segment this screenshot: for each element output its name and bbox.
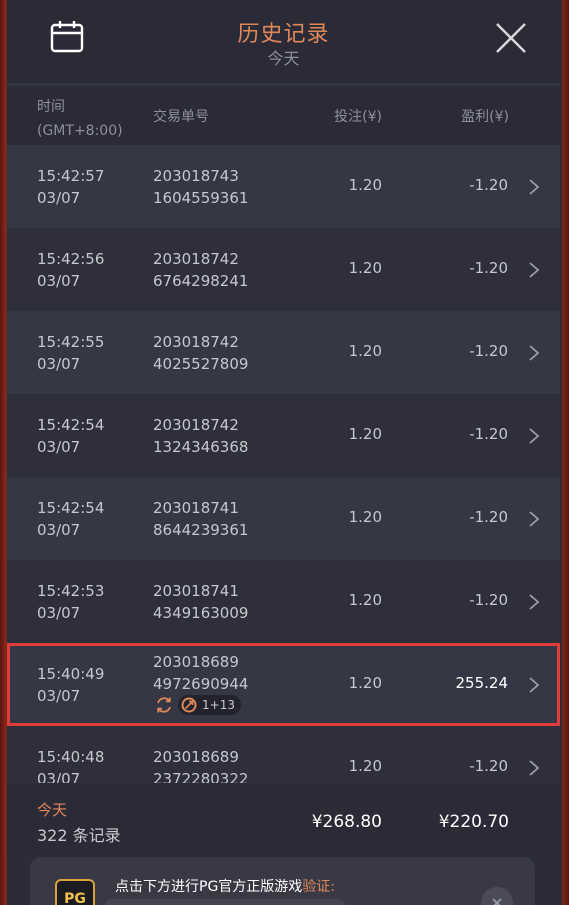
row-time: 15:40:48	[37, 748, 105, 766]
page-title: 历史记录	[237, 22, 330, 47]
table-row[interactable]: 15:42:53 03/07 203018741 4349163009 1.20 -…	[7, 560, 560, 643]
row-profit: -1.20	[469, 425, 508, 443]
row-date: 03/07	[37, 604, 81, 622]
history-panel: 历史记录 今天 时间 (GMT+8:00) 交易单号 投注(¥) 盈利(¥) 1…	[7, 0, 560, 905]
row-time: 15:40:49	[37, 665, 105, 683]
row-profit: -1.20	[469, 259, 508, 277]
row-order: 203018689	[153, 653, 239, 671]
table-row[interactable]: 15:42:56 03/07 203018742 6764298241 1.20 -…	[7, 228, 560, 311]
row-order: 4349163009	[153, 604, 249, 622]
row-bet: 1.20	[348, 591, 382, 609]
free-spin-badge: 1+13	[178, 695, 241, 715]
column-profit: 盈利(¥)	[461, 109, 509, 125]
chevron-right-icon	[529, 179, 540, 195]
row-order: 203018742	[153, 416, 239, 434]
summary-period: 今天	[37, 801, 68, 819]
column-time: 时间 (GMT+8:00)	[37, 99, 123, 139]
history-list[interactable]: 15:42:57 03/07 203018743 1604559361 1.20 -…	[7, 145, 560, 783]
row-bet: 1.20	[348, 508, 382, 526]
verification-banner[interactable]: PG 点击下方进行PG官方正版游戏验证:	[30, 857, 535, 905]
chevron-right-icon	[529, 428, 540, 444]
row-profit: -1.20	[469, 508, 508, 526]
chevron-right-icon	[529, 345, 540, 361]
refresh-icon	[157, 697, 171, 713]
row-order: 203018741	[153, 499, 239, 517]
column-header: 时间 (GMT+8:00) 交易单号 投注(¥) 盈利(¥)	[7, 89, 560, 145]
chevron-right-icon	[529, 262, 540, 278]
row-order: 203018743	[153, 167, 239, 185]
row-order: 203018742	[153, 333, 239, 351]
row-time: 15:42:56	[37, 250, 105, 268]
verification-text: 点击下方进行PG官方正版游戏验证:	[115, 879, 336, 895]
free-spin-icon	[181, 697, 197, 713]
free-spin-count: 1+13	[202, 698, 235, 712]
row-time: 15:42:54	[37, 416, 105, 434]
table-row[interactable]: 15:42:54 03/07 203018742 1324346368 1.20 -…	[7, 394, 560, 477]
row-order: 8644239361	[153, 521, 249, 539]
row-order: 203018741	[153, 582, 239, 600]
date-filter-label[interactable]: 今天	[7, 45, 560, 69]
row-profit: -1.20	[469, 342, 508, 360]
row-date: 03/07	[37, 770, 81, 783]
table-row[interactable]: 15:42:55 03/07 203018742 4025527809 1.20 -…	[7, 311, 560, 394]
row-order: 203018742	[153, 250, 239, 268]
row-order: 4972690944	[153, 675, 249, 693]
row-order: 1604559361	[153, 189, 249, 207]
row-time: 15:42:54	[37, 499, 105, 517]
total-profit: ¥220.70	[438, 812, 509, 832]
feature-badges: 1+13	[154, 694, 241, 716]
row-bet: 1.20	[348, 176, 382, 194]
row-order: 6764298241	[153, 272, 249, 290]
row-profit: -1.20	[469, 591, 508, 609]
row-date: 03/07	[37, 438, 81, 456]
verification-link[interactable]: 验证:	[302, 879, 335, 895]
pg-logo: PG	[55, 879, 95, 905]
summary-bar: 今天 322 条记录 ¥268.80 ¥220.70	[7, 783, 560, 853]
row-order: 203018689	[153, 748, 239, 766]
table-row-highlighted[interactable]: 15:40:49 03/07 203018689 4972690944 1+13…	[7, 643, 560, 726]
banner-close-button[interactable]	[481, 887, 513, 905]
close-icon	[492, 898, 502, 905]
column-bet: 投注(¥)	[334, 109, 382, 125]
row-bet: 1.20	[348, 425, 382, 443]
row-date: 03/07	[37, 521, 81, 539]
row-date: 03/07	[37, 189, 81, 207]
row-date: 03/07	[37, 687, 81, 705]
row-profit: 255.24	[455, 674, 509, 692]
total-bet: ¥268.80	[311, 812, 382, 832]
row-bet: 1.20	[348, 674, 382, 692]
header: 历史记录 今天	[7, 0, 560, 86]
close-icon[interactable]	[495, 22, 527, 54]
row-date: 03/07	[37, 355, 81, 373]
table-row[interactable]: 15:42:57 03/07 203018743 1604559361 1.20 -…	[7, 145, 560, 228]
row-profit: -1.20	[469, 176, 508, 194]
table-row[interactable]: 15:40:48 03/07 203018689 2372280322 1.20 -…	[7, 726, 560, 783]
row-order: 1324346368	[153, 438, 249, 456]
row-profit: -1.20	[469, 757, 508, 775]
chevron-right-icon	[529, 511, 540, 527]
row-date: 03/07	[37, 272, 81, 290]
chevron-right-icon	[529, 677, 540, 693]
verification-input[interactable]	[105, 899, 345, 905]
row-order: 2372280322	[153, 770, 249, 783]
record-count: 322 条记录	[37, 826, 121, 845]
table-row[interactable]: 15:42:54 03/07 203018741 8644239361 1.20 -…	[7, 477, 560, 560]
chevron-right-icon	[529, 760, 540, 776]
row-bet: 1.20	[348, 259, 382, 277]
chevron-right-icon	[529, 594, 540, 610]
row-time: 15:42:53	[37, 582, 105, 600]
column-order: 交易单号	[153, 109, 209, 125]
row-bet: 1.20	[348, 757, 382, 775]
row-time: 15:42:55	[37, 333, 105, 351]
row-bet: 1.20	[348, 342, 382, 360]
row-order: 4025527809	[153, 355, 249, 373]
row-time: 15:42:57	[37, 167, 105, 185]
